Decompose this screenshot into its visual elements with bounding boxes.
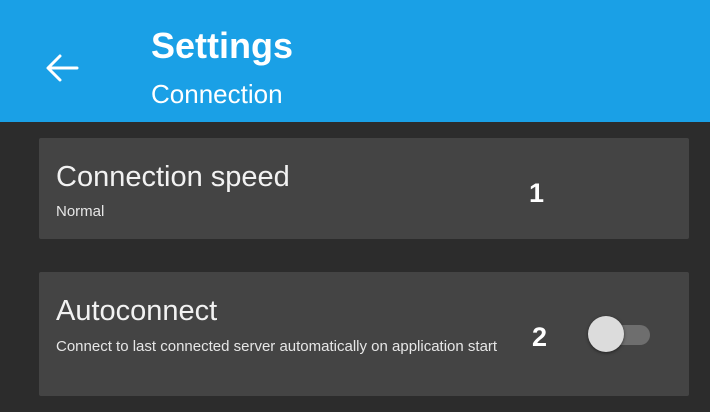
setting-title: Connection speed bbox=[56, 161, 290, 193]
back-button[interactable] bbox=[40, 48, 84, 88]
autoconnect-setting[interactable]: Autoconnect Connect to last connected se… bbox=[39, 272, 689, 396]
setting-value: Normal bbox=[56, 203, 105, 220]
callout-marker: 1 bbox=[529, 178, 545, 208]
toggle-switch-icon bbox=[588, 316, 624, 352]
page-subtitle: Connection bbox=[151, 79, 283, 109]
arrow-left-icon bbox=[46, 54, 79, 82]
autoconnect-toggle[interactable] bbox=[588, 316, 652, 352]
settings-screen: Settings Connection Connection speed Nor… bbox=[0, 0, 710, 412]
app-bar: Settings Connection bbox=[0, 0, 710, 122]
setting-description: Connect to last connected server automat… bbox=[56, 338, 498, 355]
callout-marker: 2 bbox=[532, 322, 548, 352]
connection-speed-setting[interactable]: Connection speed Normal 1 bbox=[39, 138, 689, 239]
setting-title: Autoconnect bbox=[56, 295, 218, 327]
page-title: Settings bbox=[151, 25, 294, 66]
